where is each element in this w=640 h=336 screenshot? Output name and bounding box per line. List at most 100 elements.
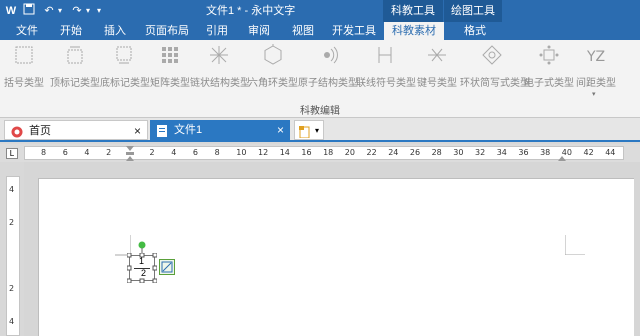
fraction-object[interactable]: 1 2 bbox=[127, 241, 157, 283]
ruler-tick: 44 bbox=[605, 148, 616, 157]
tab-science-materials[interactable]: 科教素材 bbox=[384, 22, 444, 40]
bottom-mark-type-label: 底标记类型 bbox=[100, 78, 150, 89]
ruler-tick: 32 bbox=[475, 148, 486, 157]
home-icon bbox=[11, 125, 23, 138]
ruler-tick: 16 bbox=[301, 148, 312, 157]
tab-references[interactable]: 引用 bbox=[200, 22, 234, 40]
hexagon-ring-type-button[interactable]: 六角环类型 bbox=[248, 44, 298, 96]
ruler-tick: 14 bbox=[279, 148, 290, 157]
ruler-area: L 8 6 4 2 2 4 6 8 10 12 14 16 18 20 22 24 26 28 30 32 34 36 38… bbox=[0, 144, 640, 162]
bracket-icon bbox=[13, 44, 35, 66]
tab-home[interactable]: 开始 bbox=[52, 22, 90, 40]
ruler-tick: 10 bbox=[236, 148, 247, 157]
document-icon bbox=[156, 124, 168, 137]
redo-icon[interactable]: ↷ bbox=[70, 3, 84, 19]
ruler-tick: 4 bbox=[171, 148, 177, 157]
top-mark-icon bbox=[64, 44, 86, 66]
ruler-tick: 22 bbox=[366, 148, 377, 157]
app-logo-icon: W bbox=[5, 5, 17, 17]
tab-insert[interactable]: 插入 bbox=[96, 22, 134, 40]
window-title: 文件1 * - 永中文字 bbox=[206, 5, 296, 17]
ruler-tick: 6 bbox=[192, 148, 198, 157]
chain-structure-type-button[interactable]: 链状结构类型 bbox=[190, 44, 250, 96]
matrix-type-label: 矩阵类型 bbox=[150, 78, 190, 89]
bond-type-label: 键号类型 bbox=[417, 78, 457, 89]
watermark: @悟空问答 bbox=[514, 310, 584, 326]
electron-formula-type-button[interactable]: 电子式类型 bbox=[524, 44, 574, 96]
vertical-ruler-tick: 4 bbox=[9, 317, 15, 326]
new-tab-button[interactable]: ▾ bbox=[294, 120, 324, 140]
selection-handles[interactable] bbox=[127, 253, 157, 283]
ribbon-tab-bar: 文件 开始 插入 页面布局 引用 审阅 视图 开发工具 科教素材 格式 bbox=[0, 22, 640, 40]
matrix-icon bbox=[159, 44, 181, 66]
matrix-type-button[interactable]: 矩阵类型 bbox=[150, 44, 190, 96]
crop-mark-top-right bbox=[565, 235, 585, 255]
ruler-tick: 30 bbox=[453, 148, 464, 157]
tab-page-layout[interactable]: 页面布局 bbox=[140, 22, 194, 40]
ribbon-more-icon[interactable]: ▾ bbox=[592, 90, 596, 98]
ruler-tick: 40 bbox=[561, 148, 572, 157]
horizontal-ruler[interactable]: 8 6 4 2 2 4 6 8 10 12 14 16 18 20 22 24 26 28 30 32 34 36 38 40… bbox=[24, 146, 624, 162]
vertical-ruler[interactable]: 4 2 2 4 bbox=[6, 176, 20, 336]
ruler-tick: 24 bbox=[388, 148, 399, 157]
bond-type-button[interactable]: 键号类型 bbox=[414, 44, 460, 96]
tab-view[interactable]: 视图 bbox=[284, 22, 322, 40]
ruler-tick: 2 bbox=[149, 148, 155, 157]
top-mark-type-button[interactable]: 顶标记类型 bbox=[50, 44, 100, 96]
tab-stop-selector[interactable]: L bbox=[6, 148, 18, 159]
atomic-structure-type-button[interactable]: 原子结构类型 bbox=[298, 44, 358, 96]
ring-shorthand-type-button[interactable]: 环状简写式类型 bbox=[460, 44, 530, 96]
atomic-structure-icon bbox=[316, 44, 338, 66]
svg-text:YZ: YZ bbox=[586, 49, 605, 65]
ring-shorthand-type-label: 环状简写式类型 bbox=[460, 78, 530, 89]
vertical-ruler-tick: 2 bbox=[9, 218, 15, 227]
ruler-tick: 8 bbox=[214, 148, 220, 157]
title-bar: W ↶ ▾ ↷ ▾ ▾ 文件1 * - 永中文字 科教工具 绘图工具 bbox=[0, 0, 640, 22]
close-icon[interactable]: × bbox=[277, 120, 284, 140]
doc-tab-home[interactable]: 首页 × bbox=[4, 120, 148, 140]
context-group-science-tools: 科教工具 bbox=[383, 0, 443, 22]
document-tab-strip: 首页 × 文件1 × ▾ bbox=[0, 118, 640, 142]
ruler-tick: 20 bbox=[344, 148, 355, 157]
redo-dropdown-icon[interactable]: ▾ bbox=[84, 3, 92, 19]
ruler-tick: 36 bbox=[518, 148, 529, 157]
bottom-mark-type-button[interactable]: 底标记类型 bbox=[100, 44, 150, 96]
ruler-tick: 12 bbox=[258, 148, 269, 157]
tab-developer[interactable]: 开发工具 bbox=[328, 22, 380, 40]
ring-shorthand-icon bbox=[481, 44, 503, 66]
tab-format[interactable]: 格式 bbox=[450, 22, 500, 40]
undo-icon[interactable]: ↶ bbox=[42, 3, 56, 19]
layout-options-button[interactable] bbox=[159, 259, 175, 275]
save-icon[interactable] bbox=[22, 3, 36, 19]
ruler-tick: 38 bbox=[540, 148, 551, 157]
tab-file[interactable]: 文件 bbox=[8, 22, 46, 40]
ruler-tick: 18 bbox=[323, 148, 334, 157]
ruler-tick: 26 bbox=[409, 148, 421, 157]
chain-structure-type-label: 链状结构类型 bbox=[190, 78, 250, 89]
ruler-tick: 34 bbox=[496, 148, 507, 157]
top-mark-type-label: 顶标记类型 bbox=[50, 78, 100, 89]
new-tab-dropdown-icon[interactable]: ▾ bbox=[315, 121, 319, 141]
close-icon[interactable]: × bbox=[134, 121, 141, 141]
customize-quick-access-icon[interactable]: ▾ bbox=[94, 3, 104, 19]
hexagon-ring-type-label: 六角环类型 bbox=[248, 78, 298, 89]
vertical-ruler-tick: 2 bbox=[9, 284, 15, 293]
bracket-type-label: 括号类型 bbox=[4, 78, 44, 89]
ruler-tick: 4 bbox=[84, 148, 90, 157]
doc-tab-file1[interactable]: 文件1 × bbox=[150, 120, 290, 140]
ruler-tick: 8 bbox=[41, 148, 47, 157]
spacing-type-button[interactable]: YZ 间距类型 bbox=[574, 44, 618, 96]
connector-symbol-type-button[interactable]: 联线符号类型 bbox=[356, 44, 416, 96]
ribbon-panel: 括号类型 顶标记类型 底标记类型 矩阵类型 链状结构类型 六角环类型 原子结构类… bbox=[0, 40, 640, 118]
doc-tab-home-label: 首页 bbox=[29, 125, 51, 137]
layout-options-icon bbox=[161, 261, 173, 273]
electron-formula-icon bbox=[538, 44, 560, 66]
ruler-tick: 42 bbox=[583, 148, 594, 157]
undo-dropdown-icon[interactable]: ▾ bbox=[56, 3, 64, 19]
connector-symbol-icon bbox=[374, 44, 396, 66]
spacing-icon: YZ bbox=[585, 44, 607, 66]
electron-formula-type-label: 电子式类型 bbox=[524, 78, 574, 89]
bracket-type-button[interactable]: 括号类型 bbox=[2, 44, 46, 96]
indent-marker-icon[interactable] bbox=[126, 146, 134, 162]
tab-review[interactable]: 审阅 bbox=[240, 22, 278, 40]
